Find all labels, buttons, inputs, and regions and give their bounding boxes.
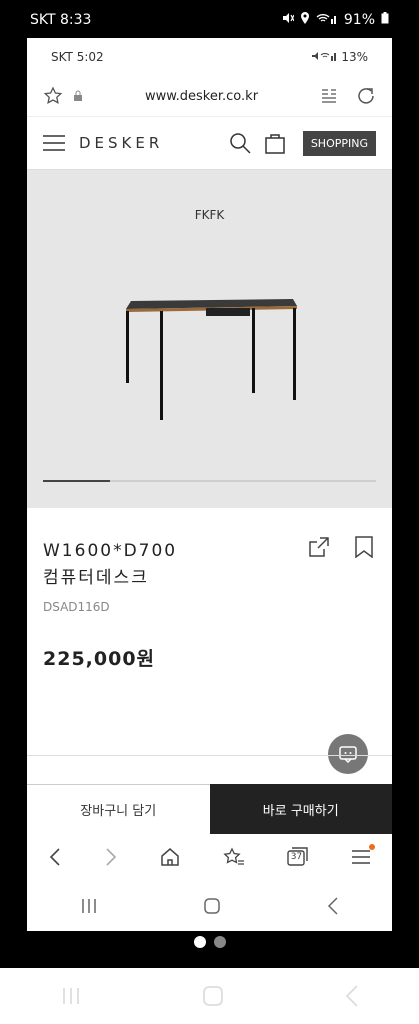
wifi-signal-icon	[316, 12, 338, 28]
tabs-count: 37	[290, 852, 303, 862]
outer-home-icon[interactable]	[202, 985, 224, 1007]
browser-navigation: 37	[27, 834, 392, 880]
page-dot-active	[193, 936, 206, 948]
location-icon	[300, 12, 310, 28]
inner-system-navigation	[27, 886, 392, 926]
product-actions	[308, 536, 374, 558]
back-icon[interactable]	[48, 847, 62, 867]
mute-icon	[282, 12, 295, 28]
chat-icon	[338, 744, 358, 764]
carousel-progress	[43, 480, 376, 482]
purchase-bar: 장바구니 담기 바로 구매하기	[27, 784, 392, 834]
recents-icon[interactable]	[80, 898, 98, 914]
home-icon[interactable]	[160, 847, 180, 867]
share-icon[interactable]	[308, 536, 330, 558]
menu-icon[interactable]	[43, 134, 65, 152]
reload-icon[interactable]	[356, 86, 376, 106]
system-home-icon[interactable]	[203, 897, 221, 915]
product-info: W1600*D700 컴퓨터데스크 DSAD116D 225,000원	[27, 508, 392, 794]
bookmark-icon[interactable]	[354, 536, 374, 558]
bookmark-star-icon[interactable]	[43, 86, 63, 106]
reader-mode-icon[interactable]	[320, 87, 338, 105]
divider	[27, 755, 392, 756]
url-text[interactable]: www.desker.co.kr	[93, 89, 310, 104]
inner-wifi-icon	[311, 50, 337, 64]
inner-battery-percent: 13%	[341, 50, 368, 64]
inner-carrier-time: SKT 5:02	[51, 50, 104, 64]
outer-system-navigation	[0, 968, 419, 1024]
tabs-icon[interactable]: 37	[287, 847, 309, 867]
more-menu-icon[interactable]	[351, 844, 375, 866]
buy-now-button[interactable]: 바로 구매하기	[209, 784, 392, 834]
notification-dot	[368, 844, 375, 850]
site-logo[interactable]: DESKER	[79, 134, 229, 152]
product-image-carousel[interactable]: FKFK	[27, 170, 392, 508]
inner-status-bar: SKT 5:02 13%	[27, 38, 392, 76]
browser-url-bar: www.desker.co.kr	[27, 76, 392, 117]
carousel-progress-fill	[43, 480, 110, 482]
chat-button[interactable]	[328, 734, 368, 774]
phone-screen: SKT 5:02 13% www.desker.co.kr DESKER SHO…	[27, 38, 392, 931]
favorites-icon[interactable]	[222, 847, 245, 867]
shopping-bag-icon[interactable]	[265, 132, 285, 154]
desk-product-image	[126, 299, 297, 420]
outer-status-icons: 91%	[282, 12, 389, 28]
page-dot	[213, 936, 226, 948]
product-price: 225,000원	[43, 648, 156, 671]
forward-icon[interactable]	[104, 847, 118, 867]
site-header: DESKER SHOPPING	[27, 117, 392, 170]
system-back-icon[interactable]	[327, 897, 339, 915]
product-title-line2: 컴퓨터데스크	[43, 568, 149, 589]
outer-battery-percent: 91%	[343, 12, 375, 28]
outer-recents-icon[interactable]	[61, 987, 81, 1005]
product-code: DSAD116D	[43, 600, 110, 615]
inner-status-icons: 13%	[311, 50, 368, 64]
search-icon[interactable]	[229, 132, 251, 154]
page-indicator	[0, 936, 419, 948]
shopping-button[interactable]: SHOPPING	[302, 130, 376, 156]
lock-icon	[73, 90, 83, 102]
add-to-cart-button[interactable]: 장바구니 담기	[27, 784, 210, 834]
outer-status-bar: SKT 8:33 91%	[0, 0, 419, 38]
outer-carrier-time: SKT 8:33	[30, 12, 92, 28]
battery-icon	[381, 12, 389, 28]
outer-back-icon[interactable]	[345, 985, 359, 1007]
